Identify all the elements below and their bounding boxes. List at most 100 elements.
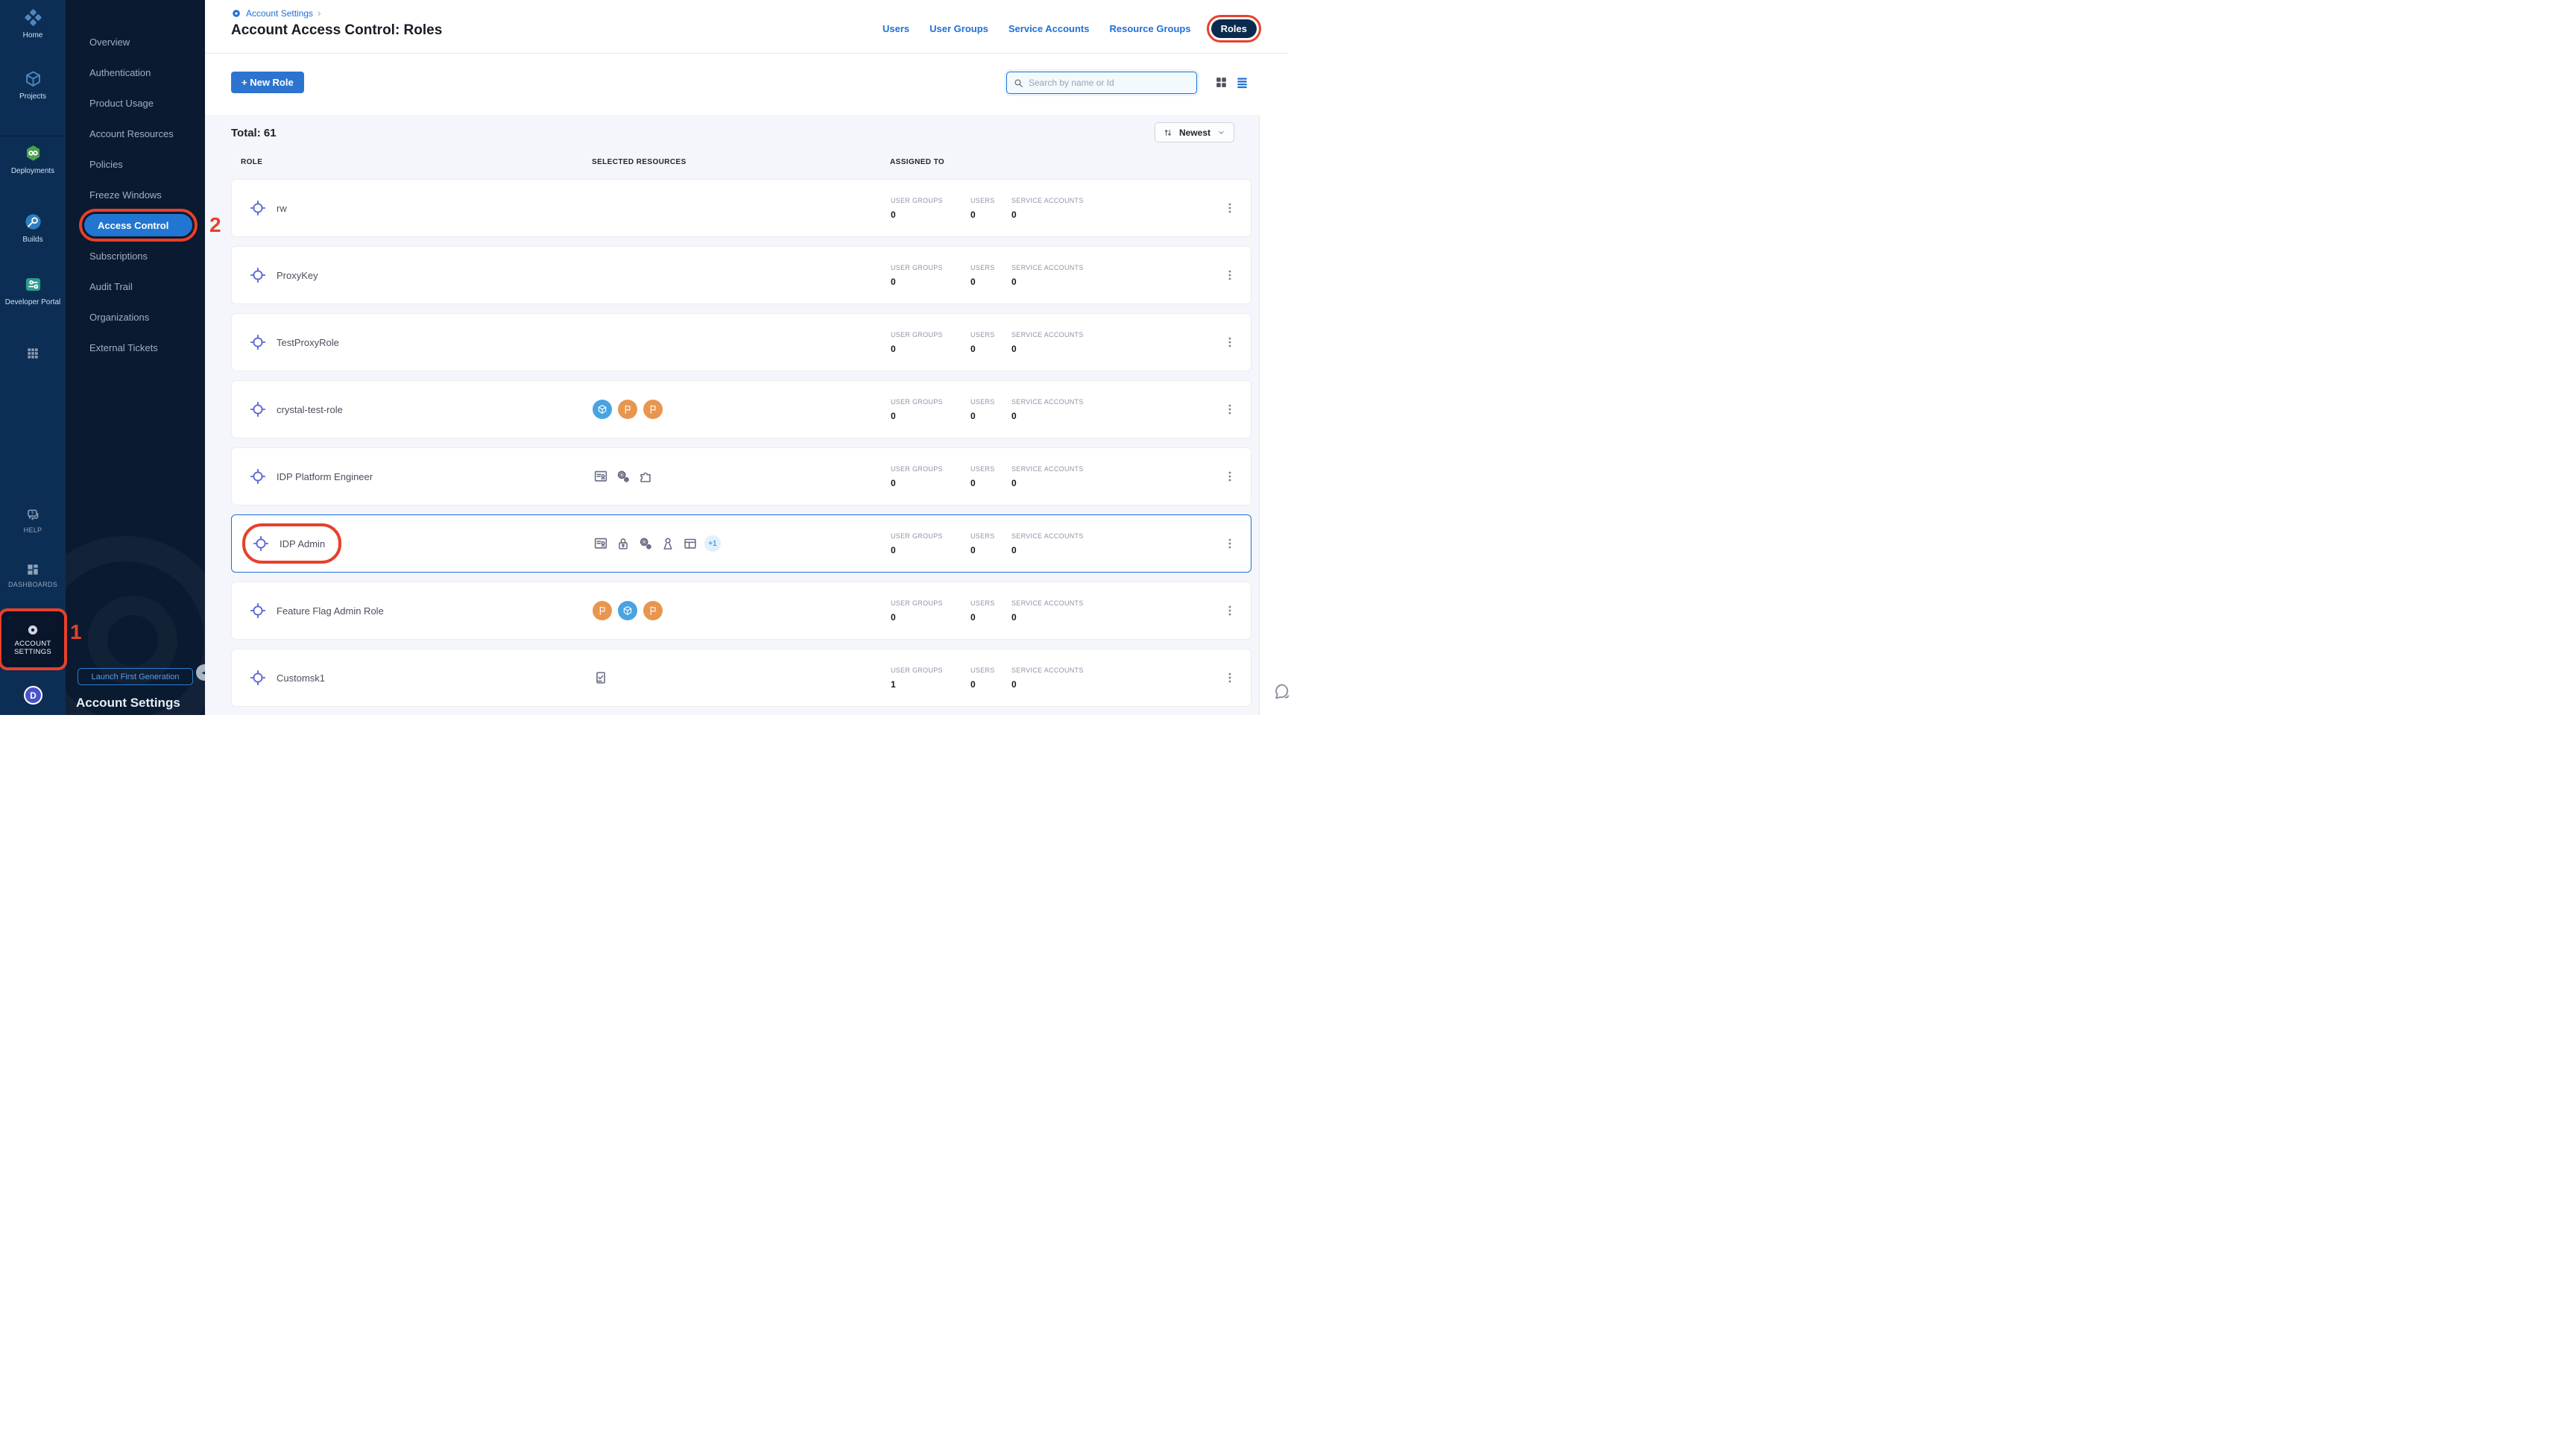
role-name: Customsk1 bbox=[277, 673, 325, 684]
breadcrumb[interactable]: Account Settings › bbox=[231, 7, 321, 19]
service-accounts-label: SERVICE ACCOUNTS bbox=[1011, 465, 1209, 473]
tab-service-accounts[interactable]: Service Accounts bbox=[1008, 23, 1090, 34]
user-avatar[interactable]: D bbox=[24, 686, 42, 705]
role-row[interactable]: ProxyKey USER GROUPS0 USERS0 SERVICE ACC… bbox=[231, 246, 1251, 304]
role-name: crystal-test-role bbox=[277, 404, 343, 415]
user-groups-label: USER GROUPS bbox=[891, 264, 970, 271]
service-accounts-count: 0 bbox=[1011, 478, 1209, 488]
role-row[interactable]: IDP Admin +1 USER GROUPS0 USERS0 SERVICE… bbox=[231, 514, 1251, 573]
role-row[interactable]: IDP Platform Engineer USER GROUPS0 USERS… bbox=[231, 447, 1251, 505]
flag-icon bbox=[647, 605, 659, 617]
settings-menu-item-freeze-windows[interactable]: Freeze Windows bbox=[66, 180, 205, 210]
role-row[interactable]: Customsk1 USER GROUPS1 USERS0 SERVICE AC… bbox=[231, 649, 1251, 707]
row-menu-button[interactable] bbox=[1209, 201, 1251, 215]
role-cell: IDP Platform Engineer bbox=[232, 461, 593, 492]
module-label: Builds bbox=[22, 236, 42, 244]
service-accounts-label: SERVICE ACCOUNTS bbox=[1011, 667, 1209, 674]
sidebar-item-builds[interactable]: Builds bbox=[0, 212, 66, 244]
tab-roles[interactable]: Roles bbox=[1211, 19, 1257, 38]
module-label: Deployments bbox=[11, 167, 54, 175]
sidebar-item-projects[interactable]: Projects bbox=[0, 69, 66, 101]
resource-checklist-icon bbox=[593, 670, 609, 686]
settings-menu-item-organizations[interactable]: Organizations bbox=[66, 302, 205, 333]
settings-menu-item-external-tickets[interactable]: External Tickets bbox=[66, 333, 205, 363]
selected-resources-cell: +1 bbox=[593, 535, 891, 552]
grid-view-icon[interactable] bbox=[1214, 75, 1228, 89]
projects-icon bbox=[23, 69, 43, 89]
dashboards-grid-icon bbox=[25, 562, 40, 577]
resource-gears-icon bbox=[615, 468, 631, 485]
resource-cube-icon bbox=[593, 400, 612, 419]
resource-person-icon bbox=[660, 535, 676, 552]
role-row[interactable]: TestProxyRole USER GROUPS0 USERS0 SERVIC… bbox=[231, 313, 1251, 371]
service-accounts-count: 0 bbox=[1011, 612, 1209, 623]
target-icon bbox=[251, 534, 271, 553]
role-cell: IDP Admin bbox=[232, 528, 593, 559]
users-count: 0 bbox=[970, 277, 1011, 287]
module-label: Projects bbox=[19, 92, 46, 101]
launch-first-generation-button[interactable]: Launch First Generation bbox=[78, 668, 193, 685]
kebab-menu-icon bbox=[1222, 670, 1237, 685]
row-menu-button[interactable] bbox=[1209, 670, 1251, 685]
module-label: Home bbox=[23, 31, 43, 40]
flag-icon bbox=[647, 403, 659, 415]
users-label: USERS bbox=[970, 398, 1011, 406]
settings-menu-item-account-resources[interactable]: Account Resources bbox=[66, 119, 205, 149]
users-label: USERS bbox=[970, 264, 1011, 271]
gear-icon bbox=[26, 623, 40, 637]
service-accounts-label: SERVICE ACCOUNTS bbox=[1011, 599, 1209, 607]
main-content: Account Settings › Account Access Contro… bbox=[205, 0, 1288, 715]
row-menu-button[interactable] bbox=[1209, 469, 1251, 484]
sidebar-item-developer-portal[interactable]: Developer Portal bbox=[0, 274, 66, 306]
role-target-icon bbox=[248, 198, 268, 218]
settings-menu-item-subscriptions[interactable]: Subscriptions bbox=[66, 241, 205, 271]
role: TestProxyRole bbox=[247, 327, 348, 358]
target-icon bbox=[248, 668, 268, 687]
search-input[interactable] bbox=[1029, 78, 1190, 88]
row-menu-button[interactable] bbox=[1209, 536, 1251, 551]
assigned-to-cell: USER GROUPS0 USERS0 SERVICE ACCOUNTS0 bbox=[891, 532, 1209, 555]
role-cell: ProxyKey bbox=[232, 259, 593, 291]
tab-users[interactable]: Users bbox=[883, 23, 909, 34]
sidebar-item-deployments[interactable]: Deployments bbox=[0, 143, 66, 175]
annotation-step-1: 1 bbox=[70, 620, 82, 644]
row-menu-button[interactable] bbox=[1209, 603, 1251, 618]
settings-menu-item-authentication[interactable]: Authentication bbox=[66, 57, 205, 88]
row-menu-button[interactable] bbox=[1209, 268, 1251, 283]
target-icon bbox=[248, 467, 268, 486]
resource-certificate-icon bbox=[593, 535, 609, 552]
kebab-menu-icon bbox=[1222, 201, 1237, 215]
resource-overflow-badge: +1 bbox=[704, 535, 721, 552]
sort-dropdown[interactable]: Newest bbox=[1155, 122, 1234, 142]
role-target-icon bbox=[251, 534, 271, 553]
settings-menu-item-overview[interactable]: Overview bbox=[66, 27, 205, 57]
sidebar-item-help[interactable]: HELP bbox=[0, 507, 66, 535]
settings-menu-item-product-usage[interactable]: Product Usage bbox=[66, 88, 205, 119]
tab-resource-groups[interactable]: Resource Groups bbox=[1110, 23, 1191, 34]
support-chat-icon[interactable] bbox=[1272, 681, 1292, 702]
assigned-to-cell: USER GROUPS0 USERS0 SERVICE ACCOUNTS0 bbox=[891, 197, 1209, 220]
settings-menu-item-policies[interactable]: Policies bbox=[66, 149, 205, 180]
settings-menu-item-audit-trail[interactable]: Audit Trail bbox=[66, 271, 205, 302]
settings-menu-item-access-control[interactable]: Access Control bbox=[84, 214, 192, 236]
users-label: USERS bbox=[970, 599, 1011, 607]
sidebar-item-account-settings[interactable]: ACCOUNTSETTINGS bbox=[0, 610, 66, 669]
role-row[interactable]: rw USER GROUPS0 USERS0 SERVICE ACCOUNTS0 bbox=[231, 179, 1251, 237]
tab-user-groups[interactable]: User Groups bbox=[929, 23, 988, 34]
user-groups-label: USER GROUPS bbox=[891, 331, 970, 338]
roles-list-area: Total: 61 Newest ROLESELECTED RESOURCESA… bbox=[205, 115, 1259, 715]
user-groups-count: 0 bbox=[891, 612, 970, 623]
new-role-button[interactable]: + New Role bbox=[231, 72, 304, 93]
annotation-step-2: 2 bbox=[209, 213, 221, 237]
resource-gears-icon bbox=[637, 535, 654, 552]
sidebar-item-home[interactable]: Home bbox=[0, 7, 66, 40]
annotated-role: IDP Admin bbox=[247, 528, 337, 559]
row-menu-button[interactable] bbox=[1209, 335, 1251, 350]
role-row[interactable]: crystal-test-role USER GROUPS0 USERS0 SE… bbox=[231, 380, 1251, 438]
list-view-icon[interactable] bbox=[1235, 75, 1249, 89]
cube-icon bbox=[596, 403, 608, 415]
sidebar-item-dashboards[interactable]: DASHBOARDS bbox=[0, 562, 66, 589]
row-menu-button[interactable] bbox=[1209, 402, 1251, 417]
role-row[interactable]: Feature Flag Admin Role USER GROUPS0 USE… bbox=[231, 582, 1251, 640]
module-picker-button[interactable] bbox=[0, 346, 66, 361]
